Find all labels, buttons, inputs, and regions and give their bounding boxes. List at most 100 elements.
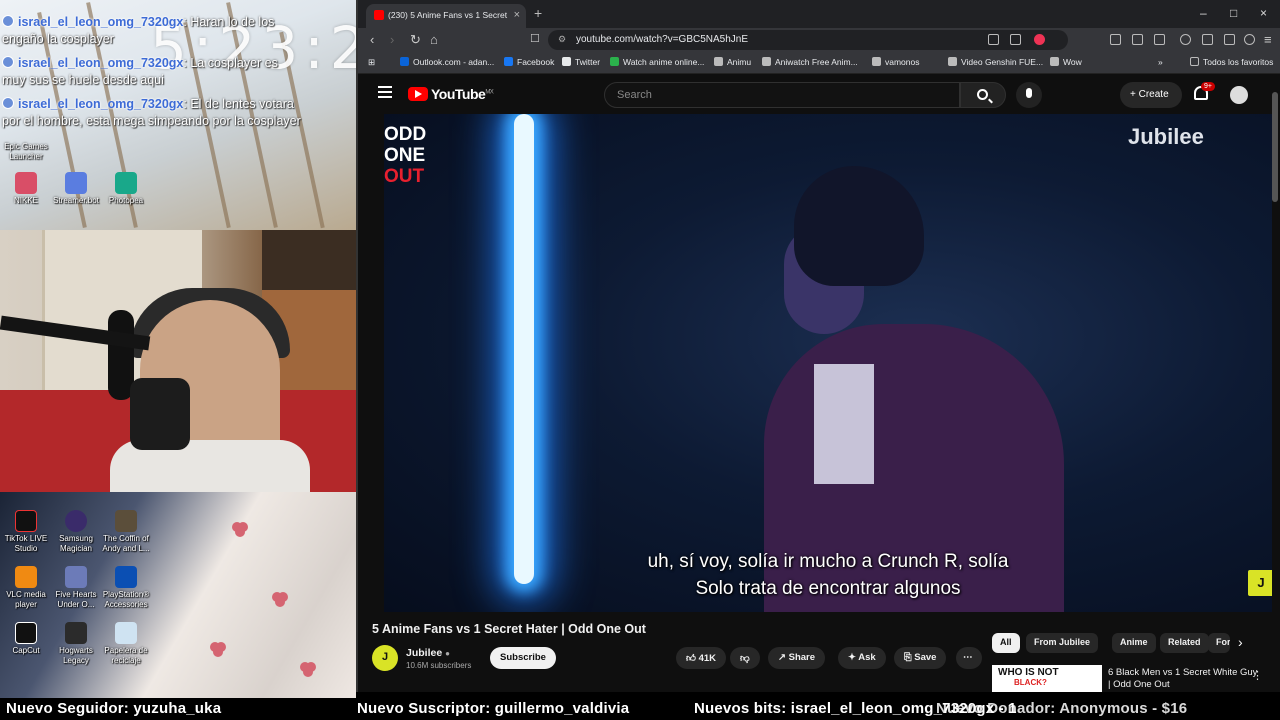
- chip-from-jubilee[interactable]: From Jubilee: [1026, 633, 1099, 653]
- desktop-icon-label: Samsung Magician: [59, 534, 93, 553]
- watch-anime-icon: [610, 57, 619, 66]
- bookmark-video-genshin[interactable]: Video Genshin FUE...: [948, 57, 1043, 67]
- reload-icon[interactable]: ↻: [410, 32, 421, 48]
- browser-menu-icon[interactable]: ≡: [1264, 32, 1272, 47]
- youtube-logo[interactable]: YouTubeMX: [408, 86, 494, 102]
- bookmark-wow[interactable]: Wow: [1050, 57, 1082, 67]
- thumbs-down-icon: 👎︎: [740, 653, 750, 664]
- desktop-icon-streamerbot[interactable]: Streamer.bot: [50, 172, 102, 206]
- bookmark-label: Watch anime online...: [623, 57, 705, 67]
- tab-close-icon[interactable]: ×: [514, 9, 520, 21]
- chip-for-you[interactable]: For: [1208, 633, 1230, 653]
- desktop-icon-tiktok-live[interactable]: TikTok LIVE Studio: [0, 510, 52, 554]
- cast-icon[interactable]: [988, 34, 999, 45]
- sidebar-icon[interactable]: [1154, 34, 1165, 45]
- channel-name[interactable]: Jubilee ●: [406, 647, 450, 659]
- music-icon[interactable]: [1180, 34, 1191, 45]
- share-button[interactable]: ↗ Share: [768, 647, 826, 669]
- bookmark-watch-anime[interactable]: Watch anime online...: [610, 57, 704, 67]
- site-info-icon[interactable]: ⚙: [558, 34, 566, 45]
- bookmark-outlook[interactable]: Outlook.com - adan...: [400, 57, 494, 67]
- youtube-favicon-icon: [374, 10, 384, 20]
- desktop-icon-label: Epic Games Launcher: [4, 142, 48, 161]
- apps-icon[interactable]: ⊞: [368, 57, 375, 68]
- youtube-logo-text: YouTube: [431, 86, 486, 102]
- chip-related[interactable]: Related: [1160, 633, 1209, 653]
- desktop-icon-photopea[interactable]: Photopea: [100, 172, 152, 206]
- bookmark-vamonos[interactable]: vamonos: [872, 57, 920, 67]
- desktop-icon-coffin-andy[interactable]: The Coffin of Andy and L...: [100, 510, 152, 554]
- new-tab-button[interactable]: +: [534, 5, 542, 21]
- bookmark-twitter[interactable]: Twitter: [562, 57, 600, 67]
- voice-search-button[interactable]: [1016, 82, 1042, 108]
- streamerbot-icon: [65, 172, 87, 194]
- back-icon[interactable]: ‹: [370, 32, 374, 47]
- close-window-button[interactable]: ×: [1260, 6, 1267, 20]
- channel-avatar[interactable]: J: [372, 645, 398, 671]
- wallet-icon[interactable]: [1202, 34, 1213, 45]
- desktop-icon-hogwarts-legacy[interactable]: Hogwarts Legacy: [50, 622, 102, 666]
- desktop-icon-nikke[interactable]: NIKKE: [0, 172, 52, 206]
- tab-youtube[interactable]: (230) 5 Anime Fans vs 1 Secret ×: [366, 4, 526, 28]
- maximize-button[interactable]: □: [1230, 6, 1237, 20]
- account-avatar[interactable]: [1230, 86, 1248, 104]
- home-icon[interactable]: ⌂: [430, 32, 438, 47]
- bookmark-page-icon[interactable]: ☐: [530, 32, 540, 45]
- recommended-title[interactable]: 6 Black Men vs 1 Secret White Guy | Odd …: [1108, 667, 1258, 692]
- bookmark-label: vamonos: [885, 57, 920, 67]
- chips-next-icon[interactable]: ›: [1238, 634, 1243, 650]
- extensions-puzzle-icon[interactable]: [1132, 34, 1143, 45]
- page-scrollbar[interactable]: [1272, 92, 1278, 202]
- profile-icon[interactable]: [1244, 34, 1255, 45]
- recommended-more-icon[interactable]: ⋮: [1252, 669, 1263, 682]
- desktop-icon-recycle-bin[interactable]: Papelera de reciclaje: [100, 622, 152, 666]
- video-player[interactable]: ODD ONE OUT Jubilee uh, sí voy, solía ir…: [384, 114, 1272, 612]
- recommended-thumbnail[interactable]: WHO IS NOT BLACK?: [992, 665, 1102, 692]
- dislike-button[interactable]: 👎︎: [730, 647, 760, 669]
- more-actions-button[interactable]: ⋯: [956, 647, 982, 669]
- ticker-follower: Nuevo Seguidor: yuzuha_uka: [6, 700, 222, 717]
- search-input[interactable]: Search: [604, 82, 960, 108]
- youtube-play-icon: [408, 87, 428, 101]
- bookmark-aniwatch[interactable]: Aniwatch Free Anim...: [762, 57, 858, 67]
- search-button[interactable]: [960, 82, 1006, 108]
- desktop-icon-label: Papelera de reciclaje: [104, 646, 148, 665]
- bookmark-facebook[interactable]: Facebook: [504, 57, 554, 67]
- desktop-icon-label: TikTok LIVE Studio: [4, 534, 48, 553]
- photopea-icon: [115, 172, 137, 194]
- subscribe-button[interactable]: Subscribe: [490, 647, 556, 669]
- save-button[interactable]: ⎘ Save: [894, 647, 947, 669]
- like-button[interactable]: 👍︎ 41K: [676, 647, 726, 669]
- bookmarks-overflow-icon[interactable]: »: [1158, 57, 1163, 67]
- recycle-bin-icon: [115, 622, 137, 644]
- address-bar-row: ‹ › ↻ ⌂ ☐ ⚙ youtube.com/watch?v=GBC5NA5h…: [358, 28, 1280, 52]
- share-label: Share: [788, 652, 816, 663]
- create-button[interactable]: + Create: [1120, 82, 1182, 108]
- desktop-icon-label: NIKKE: [13, 196, 38, 205]
- chat-user-icon: [2, 15, 14, 27]
- all-bookmarks-folder[interactable]: Todos los favoritos: [1190, 57, 1273, 67]
- bookmark-label: Facebook: [517, 57, 555, 67]
- channel-watermark-button[interactable]: J: [1248, 570, 1272, 596]
- desktop-icon-capcut[interactable]: CapCut: [0, 622, 52, 656]
- desktop-icon-epic-games[interactable]: Epic Games Launcher: [0, 142, 52, 162]
- chip-anime[interactable]: Anime: [1112, 633, 1156, 653]
- bookmark-label: Outlook.com - adan...: [413, 57, 495, 67]
- hamburger-menu-icon[interactable]: [378, 86, 392, 98]
- forward-icon[interactable]: ›: [390, 32, 394, 47]
- brave-shields-icon[interactable]: [1034, 34, 1045, 45]
- minimize-button[interactable]: –: [1200, 6, 1207, 20]
- extension-icon[interactable]: [1110, 34, 1121, 45]
- bookmark-animu[interactable]: Animu: [714, 57, 751, 67]
- desktop-icon-five-hearts[interactable]: Five Hearts Under O...: [50, 566, 102, 610]
- chip-all[interactable]: All: [992, 633, 1020, 653]
- desktop-icon-samsung-magician[interactable]: Samsung Magician: [50, 510, 102, 554]
- channel-name-text: Jubilee: [406, 647, 443, 659]
- wow-icon: [1050, 57, 1059, 66]
- vpn-icon[interactable]: [1224, 34, 1235, 45]
- desktop-icon-vlc[interactable]: VLC media player: [0, 566, 52, 610]
- share-page-icon[interactable]: [1010, 34, 1021, 45]
- desktop-icon-playstation-accessories[interactable]: PlayStation® Accessories: [100, 566, 152, 610]
- thumb-text: WHO IS NOT: [998, 667, 1059, 678]
- ask-button[interactable]: ✦ Ask: [838, 647, 886, 669]
